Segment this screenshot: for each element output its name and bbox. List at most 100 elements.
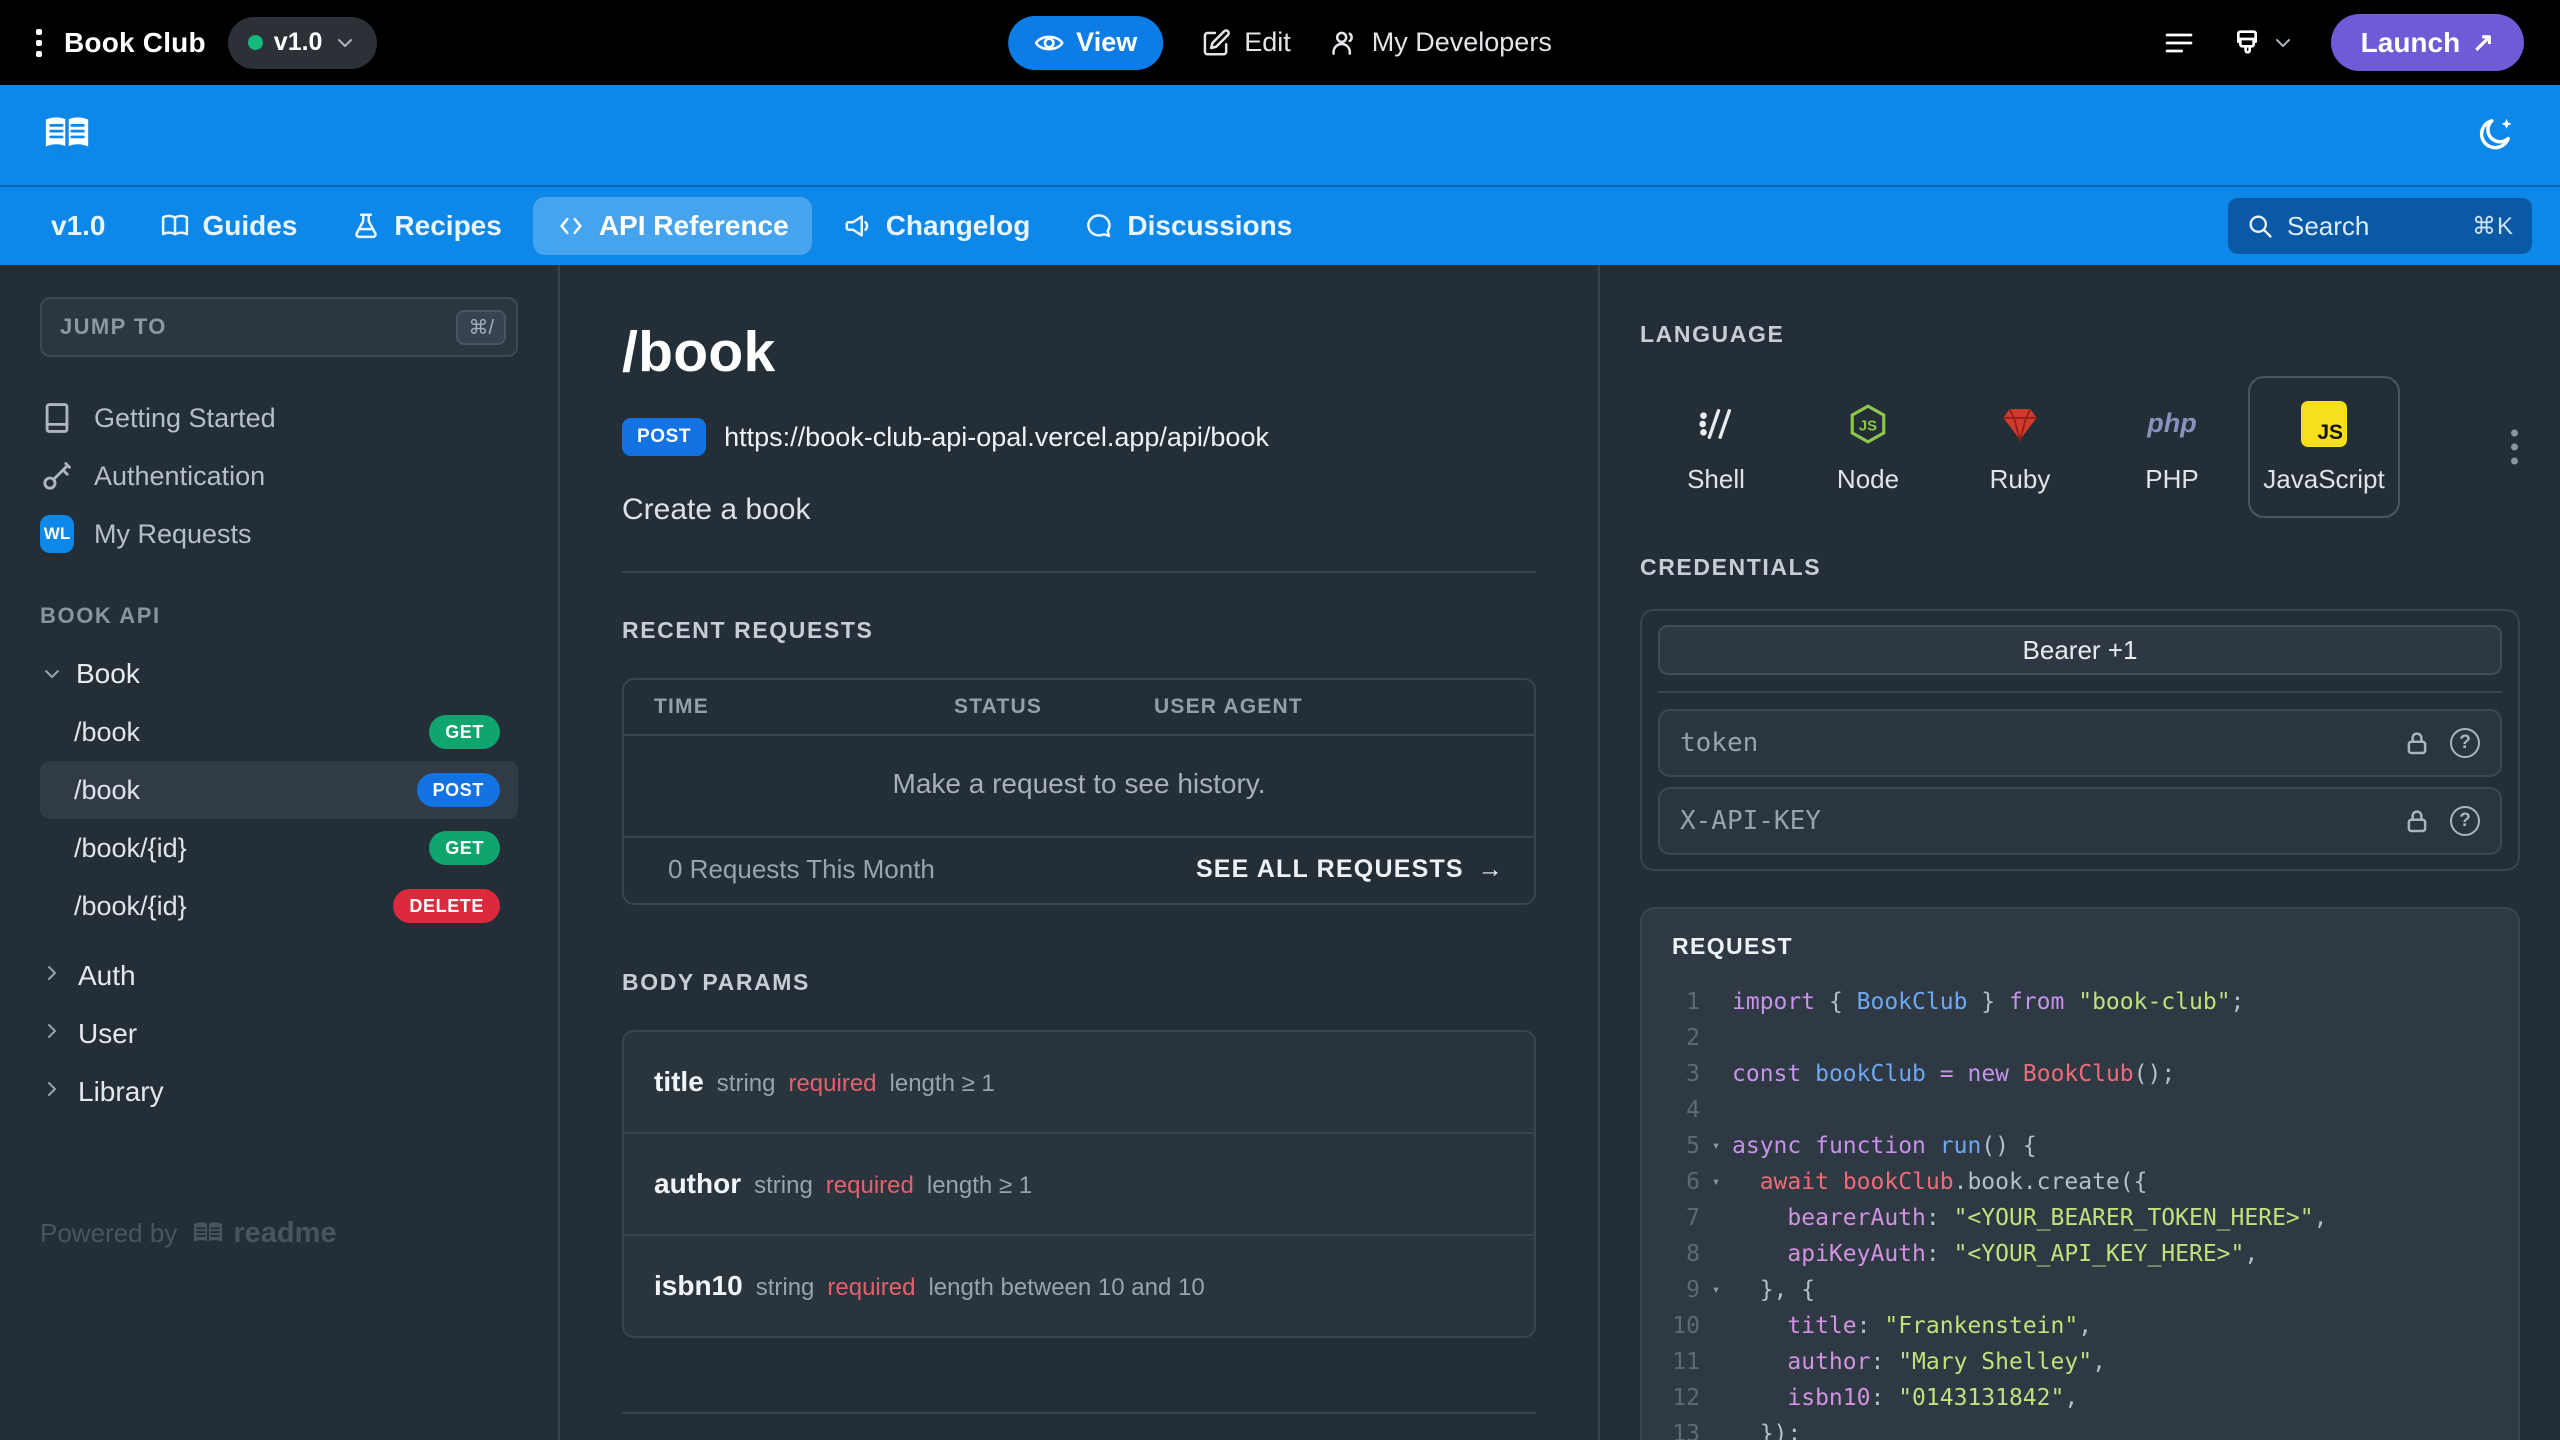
method-badge-get: GET [429,715,500,749]
help-icon[interactable]: ? [2450,806,2480,836]
view-button[interactable]: View [1008,15,1164,70]
edit-button[interactable]: Edit [1201,27,1291,58]
collapsed-group-list: Auth User Library [40,947,518,1121]
language-option-javascript[interactable]: JS JavaScript [2248,376,2400,518]
sidebar-group-book[interactable]: Book [40,645,518,703]
bearer-auth-button[interactable]: Bearer +1 [1658,625,2502,675]
param-row-isbn10: isbn10 string required length between 10 an… [624,1234,1534,1336]
sidebar-endpoint-delete[interactable]: /book/{id} DELETE [40,877,518,935]
more-languages-icon[interactable] [2511,429,2518,465]
hub-logo-book-icon[interactable] [42,113,92,157]
api-key-input[interactable] [1680,806,2384,836]
code-editor[interactable]: 1 import { BookClub } from "book-club"; 2 3… [1642,984,2518,1440]
sidebar-endpoint-get[interactable]: /book/{id} GET [40,819,518,877]
sidebar-item-authentication[interactable]: Authentication [40,447,518,505]
nav-version-label[interactable]: v1.0 [28,197,129,255]
sidebar-endpoint-get[interactable]: /book GET [40,703,518,761]
version-dropdown[interactable]: v1.0 [227,16,378,69]
megaphone-icon [843,211,873,241]
sidebar-group-label: User [78,1018,138,1049]
fold-gutter [1700,1056,1732,1092]
code-line: 9 ▾ }, { [1642,1272,2518,1308]
hub-header [0,85,2560,185]
language-label: PHP [2145,463,2199,494]
sidebar-item-my-requests[interactable]: WL My Requests [40,505,518,563]
nav-tab-discussions[interactable]: Discussions [1061,197,1315,255]
sidebar-group-label: Auth [78,960,136,991]
search-shortcut: ⌘K [2471,212,2514,240]
code-text: title: "Frankenstein", [1787,1313,2093,1339]
node-icon: JS [1847,400,1889,448]
language-option-shell[interactable]: Shell [1640,376,1792,518]
line-number: 3 [1686,1061,1700,1087]
sidebar-item-getting-started[interactable]: Getting Started [40,389,518,447]
fold-arrow-icon[interactable]: ▾ [1700,1164,1732,1200]
language-label: Ruby [1989,463,2051,494]
language-option-ruby[interactable]: Ruby [1944,376,2096,518]
line-number: 6 [1686,1169,1700,1195]
fold-arrow-icon[interactable]: ▾ [1700,1272,1732,1308]
help-icon[interactable]: ? [2450,728,2480,758]
param-name: author [654,1168,742,1199]
code-text: }); [1732,1421,1802,1440]
endpoint-url[interactable]: https://book-club-api-opal.vercel.app/ap… [724,422,1269,453]
line-number: 12 [1672,1385,1700,1411]
token-input[interactable] [1680,728,2384,758]
api-key-field[interactable]: ? [1658,787,2502,855]
line-number: 2 [1686,1025,1700,1051]
method-badge-delete: DELETE [393,889,500,923]
fold-gutter [1700,1200,1732,1236]
param-constraint: length ≥ 1 [889,1070,995,1097]
nav-tab-api-reference[interactable]: API Reference [532,197,812,255]
code-text: }, { [1732,1277,1816,1303]
project-menu-icon[interactable] [36,28,42,57]
endpoint-path: /book [74,774,141,805]
nav-tab-label: Discussions [1127,210,1293,241]
code-line: 11 author: "Mary Shelley", [1642,1344,2518,1380]
language-option-php[interactable]: php PHP [2096,376,2248,518]
dark-mode-toggle-moon-icon[interactable] [2474,115,2516,157]
see-all-requests-link[interactable]: SEE ALL REQUESTS → [1196,855,1504,884]
fold-arrow-icon[interactable]: ▾ [1700,1128,1732,1164]
project-title: Book Club [64,26,206,58]
nav-tab-recipes[interactable]: Recipes [328,197,524,255]
topbar-center: View Edit My Developers [1008,0,1552,85]
flask-icon [351,211,381,241]
javascript-icon: JS [2301,400,2347,448]
launch-button[interactable]: Launch ↗ [2330,14,2524,71]
sidebar-endpoint-post[interactable]: /book POST [40,761,518,819]
sidebar-group-library[interactable]: Library [40,1063,518,1121]
chevron-down-icon [45,670,59,678]
external-arrow-icon: ↗ [2472,27,2494,57]
language-label: JavaScript [2263,463,2385,494]
nav-tab-label: Recipes [394,210,502,241]
request-heading: REQUEST [1672,933,1793,959]
code-text: await bookClub.book.create({ [1759,1169,2148,1195]
search-input[interactable] [2287,210,2459,242]
powered-by[interactable]: Powered by readme [40,1217,518,1250]
jump-to-input[interactable] [60,314,457,340]
param-constraint: length ≥ 1 [926,1172,1033,1199]
arrow-right-icon: → [1477,855,1504,883]
param-required: required [825,1172,914,1199]
nav-tab-changelog[interactable]: Changelog [820,197,1054,255]
code-text: apiKeyAuth: "<YOUR_API_KEY_HERE>", [1787,1241,2259,1267]
my-developers-button[interactable]: My Developers [1329,27,1552,58]
appearance-dropdown[interactable] [2231,27,2295,59]
token-field[interactable]: ? [1658,709,2502,777]
param-name: title [654,1066,704,1097]
search-box[interactable]: ⌘K [2228,198,2532,254]
nav-tab-guides[interactable]: Guides [137,197,321,255]
credentials-heading: CREDENTIALS [1640,554,1822,580]
sidebar-group-user[interactable]: User [40,1005,518,1063]
sidebar-group-auth[interactable]: Auth [40,947,518,1005]
log-lines-icon[interactable] [2163,27,2195,59]
chevron-right-icon [40,1076,64,1108]
fold-gutter [1700,984,1732,1020]
recent-requests-heading: RECENT REQUESTS [622,617,874,643]
body-params-heading: BODY PARAMS [622,969,810,995]
jump-to-search[interactable]: ⌘/ [40,297,518,357]
language-option-node[interactable]: JS Node [1792,376,1944,518]
sidebar-item-label: Authentication [94,460,266,491]
